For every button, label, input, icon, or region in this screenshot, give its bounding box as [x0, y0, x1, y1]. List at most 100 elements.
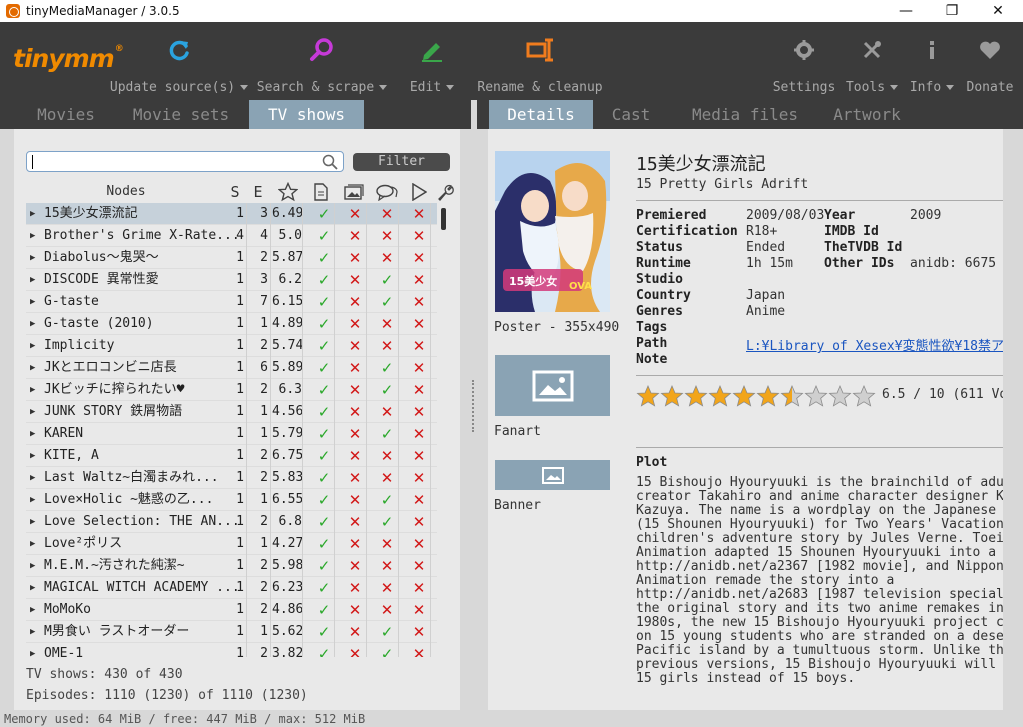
poster-image[interactable]: 15美少女 OVA: [495, 151, 610, 312]
cross-icon: ✕: [348, 271, 362, 289]
expand-arrow-icon[interactable]: ▶: [30, 379, 40, 401]
expand-arrow-icon[interactable]: ▶: [30, 621, 40, 643]
wrench-icon[interactable]: [435, 180, 455, 203]
table-row[interactable]: ▶ Love×Holic ~魅惑の乙... 1 1 6.55 ✓ ✕ ✓ ✕: [26, 489, 437, 511]
tab-movies[interactable]: Movies: [22, 100, 110, 129]
expand-arrow-icon[interactable]: ▶: [30, 643, 40, 657]
expand-arrow-icon[interactable]: ▶: [30, 577, 40, 599]
star-icon: [708, 385, 732, 407]
table-row[interactable]: ▶ Implicity 1 2 5.74 ✓ ✕ ✕ ✕: [26, 335, 437, 357]
column-separator: [270, 577, 271, 599]
season-count: 1: [236, 382, 244, 397]
expand-arrow-icon[interactable]: ▶: [30, 467, 40, 489]
episode-column-header[interactable]: E: [249, 180, 267, 203]
splitter-handle[interactable]: [472, 380, 475, 432]
nodes-column-header[interactable]: Nodes: [86, 180, 166, 203]
table-row[interactable]: ▶ DISCODE 異常性愛 1 3 6.2 ✓ ✕ ✓ ✕: [26, 269, 437, 291]
season-count: 1: [236, 624, 244, 639]
table-row[interactable]: ▶ Last Waltz~白濁まみれ... 1 2 5.83 ✓ ✕ ✕ ✕: [26, 467, 437, 489]
expand-arrow-icon[interactable]: ▶: [30, 335, 40, 357]
column-separator: [270, 269, 271, 291]
subtitles-icon[interactable]: [375, 180, 399, 203]
star-icon[interactable]: [277, 180, 299, 203]
expand-arrow-icon[interactable]: ▶: [30, 313, 40, 335]
tab-cast[interactable]: Cast: [601, 100, 661, 129]
donate-button[interactable]: Donate: [964, 22, 1016, 100]
table-row[interactable]: ▶ Brother's Grime X-Rate... 4 4 5.0 ✓ ✕ ✕ ✕: [26, 225, 437, 247]
check-icon: ✓: [317, 381, 331, 399]
minimize-button[interactable]: —: [883, 0, 929, 22]
expand-arrow-icon[interactable]: ▶: [30, 533, 40, 555]
episode-count: 3: [260, 206, 268, 221]
season-count: 1: [236, 360, 244, 375]
chevron-down-icon: [890, 85, 899, 90]
nfo-icon[interactable]: [312, 180, 330, 203]
table-row[interactable]: ▶ JUNK STORY 鉄屑物語 1 1 4.56 ✓ ✕ ✕ ✕: [26, 401, 437, 423]
expand-arrow-icon[interactable]: ▶: [30, 247, 40, 269]
cross-icon: ✕: [348, 249, 362, 267]
column-separator: [270, 313, 271, 335]
rating-value: 6.55: [272, 492, 302, 507]
expand-arrow-icon[interactable]: ▶: [30, 445, 40, 467]
expand-arrow-icon[interactable]: ▶: [30, 203, 40, 225]
tvshow-count: TV shows: 430 of 430: [26, 667, 183, 682]
expand-arrow-icon[interactable]: ▶: [30, 401, 40, 423]
expand-arrow-icon[interactable]: ▶: [30, 269, 40, 291]
tab-media-files[interactable]: Media files: [685, 100, 805, 129]
expand-arrow-icon[interactable]: ▶: [30, 511, 40, 533]
expand-arrow-icon[interactable]: ▶: [30, 423, 40, 445]
table-row[interactable]: ▶ M.E.M.~汚された純潔~ 1 2 5.98 ✓ ✕ ✕ ✕: [26, 555, 437, 577]
banner-image[interactable]: [495, 460, 610, 490]
search-scrape-button[interactable]: Search & scrape: [257, 22, 388, 100]
table-row[interactable]: ▶ KITE, A 1 2 6.75 ✓ ✕ ✕ ✕: [26, 445, 437, 467]
tab-tv-shows[interactable]: TV shows: [249, 100, 364, 129]
tab-movie-sets[interactable]: Movie sets: [126, 100, 236, 129]
check-icon: ✓: [317, 293, 331, 311]
update-sources-button[interactable]: Update source(s): [110, 22, 249, 100]
expand-arrow-icon[interactable]: ▶: [30, 555, 40, 577]
expand-arrow-icon[interactable]: ▶: [30, 599, 40, 621]
table-row[interactable]: ▶ JKとエロコンビニ店長 1 6 5.89 ✓ ✕ ✓ ✕: [26, 357, 437, 379]
column-separator: [302, 599, 303, 621]
table-row[interactable]: ▶ OME-1 1 2 3.82 ✓ ✕ ✓ ✕: [26, 643, 437, 657]
maximize-button[interactable]: ❐: [929, 0, 975, 22]
tab-artwork[interactable]: Artwork: [827, 100, 907, 129]
expand-arrow-icon[interactable]: ▶: [30, 291, 40, 313]
image-icon[interactable]: [342, 180, 366, 203]
season-column-header[interactable]: S: [227, 180, 243, 203]
cross-icon: ✕: [348, 557, 362, 575]
cross-icon: ✕: [348, 579, 362, 597]
play-icon[interactable]: [409, 180, 429, 203]
tools-button[interactable]: Tools: [846, 22, 899, 100]
path-link[interactable]: L:¥Library of Xesex¥変態性欲¥18禁ア...: [746, 335, 1003, 354]
info-button[interactable]: Info: [910, 22, 955, 100]
rename-cleanup-button[interactable]: Rename & cleanup: [477, 22, 603, 100]
settings-button[interactable]: Settings: [773, 22, 835, 100]
table-row[interactable]: ▶ KAREN 1 1 5.79 ✓ ✕ ✓ ✕: [26, 423, 437, 445]
close-button[interactable]: ✕: [975, 0, 1021, 22]
table-row[interactable]: ▶ MAGICAL WITCH ACADEMY ... 1 2 6.23 ✓ ✕ ✕ ✕: [26, 577, 437, 599]
tools-icon: [861, 36, 883, 64]
check-icon: ✓: [380, 359, 394, 377]
expand-arrow-icon[interactable]: ▶: [30, 225, 40, 247]
table-row[interactable]: ▶ G-taste (2010) 1 1 4.89 ✓ ✕ ✕ ✕: [26, 313, 437, 335]
table-row[interactable]: ▶ MoMoKo 1 2 4.86 ✓ ✕ ✕ ✕: [26, 599, 437, 621]
table-row[interactable]: ▶ 15美少女漂流記 1 3 6.49 ✓ ✕ ✕ ✕: [26, 203, 437, 225]
table-row[interactable]: ▶ Love Selection: THE AN... 1 2 6.8 ✓ ✕ ✓ ✕: [26, 511, 437, 533]
divider: [636, 375, 1003, 376]
edit-button[interactable]: Edit: [404, 22, 460, 100]
column-separator: [270, 335, 271, 357]
table-row[interactable]: ▶ JKビッチに搾られたい♥ 1 2 6.3 ✓ ✕ ✓ ✕: [26, 379, 437, 401]
table-row[interactable]: ▶ G-taste 1 7 6.15 ✓ ✕ ✓ ✕: [26, 291, 437, 313]
svg-text:15美少女: 15美少女: [509, 274, 557, 288]
list-scrollbar[interactable]: [441, 208, 446, 230]
search-input[interactable]: [26, 151, 344, 172]
expand-arrow-icon[interactable]: ▶: [30, 357, 40, 379]
filter-button[interactable]: Filter: [353, 153, 450, 171]
table-row[interactable]: ▶ M男食い ラストオーダー 1 1 5.62 ✓ ✕ ✓ ✕: [26, 621, 437, 643]
table-row[interactable]: ▶ Love²ポリス 1 1 4.27 ✓ ✕ ✕ ✕: [26, 533, 437, 555]
table-row[interactable]: ▶ Diabolus～鬼哭～ 1 2 5.87 ✓ ✕ ✕ ✕: [26, 247, 437, 269]
expand-arrow-icon[interactable]: ▶: [30, 489, 40, 511]
tab-details[interactable]: Details: [489, 100, 593, 129]
fanart-image[interactable]: [495, 355, 610, 416]
